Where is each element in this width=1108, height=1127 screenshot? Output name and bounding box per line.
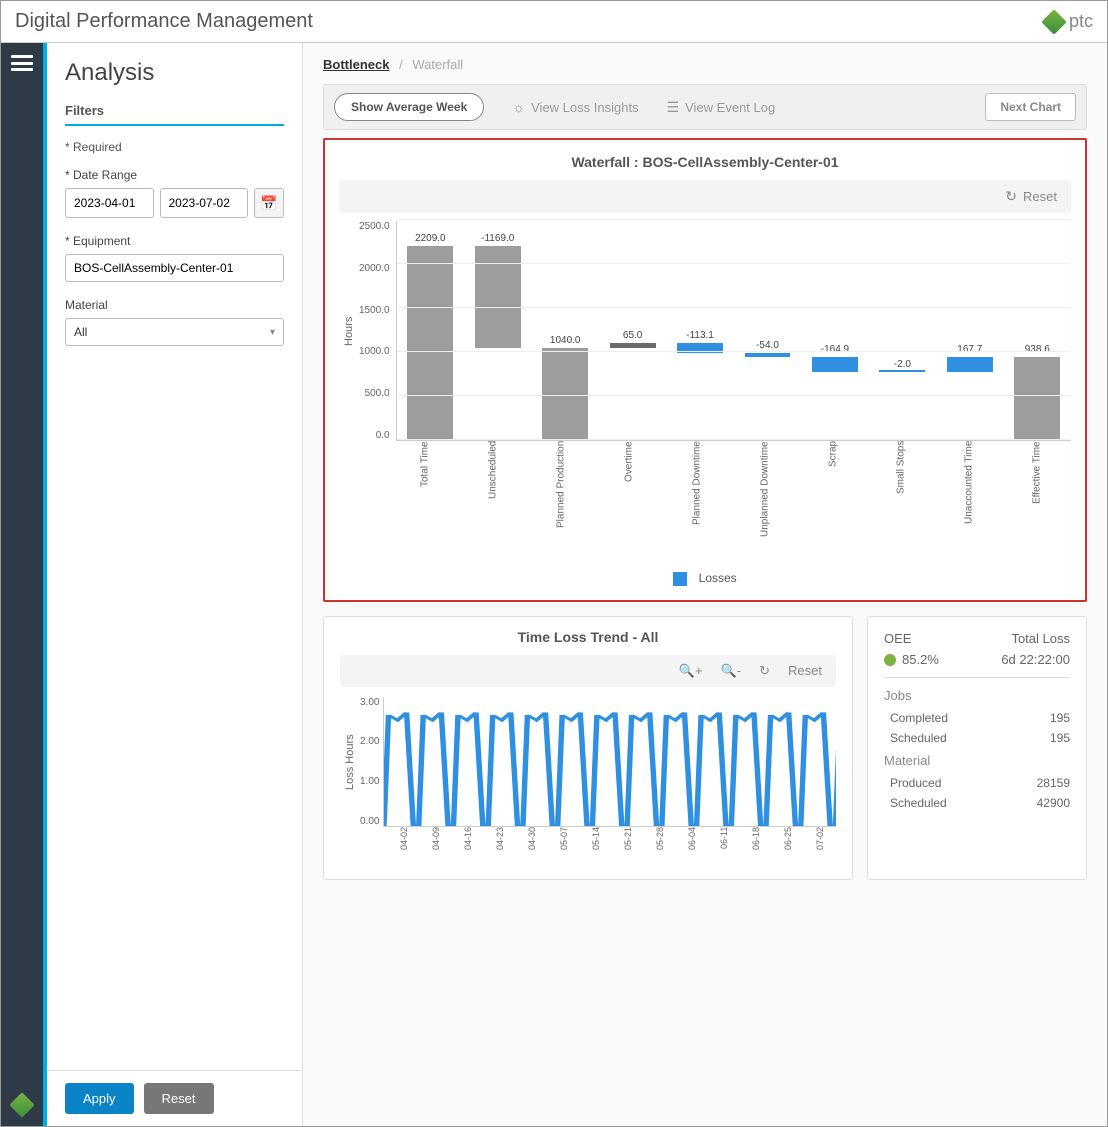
waterfall-y-label: Hours xyxy=(339,221,359,441)
apply-button[interactable]: Apply xyxy=(65,1083,134,1114)
status-dot-icon xyxy=(884,654,896,666)
menu-icon[interactable] xyxy=(11,55,33,71)
jobs-header: Jobs xyxy=(884,688,1070,703)
divider xyxy=(884,677,1070,678)
material-produced-label: Produced xyxy=(890,776,941,790)
loss-insights-label: View Loss Insights xyxy=(531,100,638,115)
material-label: Material xyxy=(65,298,284,312)
chevron-down-icon: ▾ xyxy=(270,327,275,338)
oee-label: OEE xyxy=(884,631,911,646)
legend-label-losses: Losses xyxy=(699,571,737,585)
zoom-out-icon[interactable]: 🔍- xyxy=(721,663,742,679)
lightbulb-icon: ☼ xyxy=(512,99,525,115)
equipment-input[interactable] xyxy=(65,254,284,282)
jobs-completed-label: Completed xyxy=(890,711,948,725)
trend-chart-card: Time Loss Trend - All 🔍+ 🔍- ↻ Reset Loss… xyxy=(323,616,853,880)
next-chart-button[interactable]: Next Chart xyxy=(985,93,1076,121)
jobs-completed-value: 195 xyxy=(1050,711,1070,725)
stats-card: OEE Total Loss 85.2% 6d 22:22:00 Jobs Co… xyxy=(867,616,1087,880)
trend-x-ticks: 04-0204-0904-1604-2304-3005-0705-1405-21… xyxy=(388,827,836,867)
ptc-icon xyxy=(1041,9,1066,34)
jobs-scheduled-label: Scheduled xyxy=(890,731,947,745)
breadcrumb-current: Waterfall xyxy=(412,57,463,72)
trend-plot[interactable] xyxy=(383,697,836,827)
breadcrumb: Bottleneck / Waterfall xyxy=(323,57,1087,72)
view-event-log-link[interactable]: ☰ View Event Log xyxy=(667,99,776,116)
trend-title: Time Loss Trend - All xyxy=(340,629,836,645)
sidebar-title: Analysis xyxy=(47,43,302,91)
waterfall-plot[interactable]: 2209.0-1169.01040.065.0-113.1-54.0-164.9… xyxy=(396,221,1071,441)
trend-reset-button[interactable]: Reset xyxy=(788,663,822,678)
waterfall-y-ticks: 2500.02000.01500.01000.0500.00.0 xyxy=(359,221,396,441)
filters-header: Filters xyxy=(65,103,284,126)
waterfall-x-ticks: Total TimeUnscheduledPlanned ProductionO… xyxy=(391,441,1071,561)
equipment-label: * Equipment xyxy=(65,234,284,248)
material-scheduled-value: 42900 xyxy=(1037,796,1070,810)
event-log-label: View Event Log xyxy=(685,100,775,115)
date-range-label: * Date Range xyxy=(65,168,284,182)
waterfall-chart-card: Waterfall : BOS-CellAssembly-Center-01 ↻… xyxy=(323,138,1087,602)
zoom-in-icon[interactable]: 🔍+ xyxy=(679,663,703,679)
chart-reset-button[interactable]: Reset xyxy=(1023,189,1057,204)
trend-y-label: Loss Hours xyxy=(340,697,360,827)
calendar-icon[interactable]: 📅 xyxy=(254,188,284,218)
breadcrumb-sep: / xyxy=(399,57,403,72)
required-note: * Required xyxy=(65,140,284,154)
trend-y-ticks: 3.002.001.000.00 xyxy=(360,697,383,827)
date-from-input[interactable] xyxy=(65,188,154,218)
legend-swatch-losses xyxy=(673,572,687,586)
date-to-input[interactable] xyxy=(160,188,249,218)
jobs-scheduled-value: 195 xyxy=(1050,731,1070,745)
view-loss-insights-link[interactable]: ☼ View Loss Insights xyxy=(512,99,638,115)
total-loss-value: 6d 22:22:00 xyxy=(1001,652,1070,667)
app-title: Digital Performance Management xyxy=(15,10,313,33)
total-loss-label: Total Loss xyxy=(1011,631,1070,646)
material-select[interactable]: All ▾ xyxy=(65,318,284,346)
material-header: Material xyxy=(884,753,1070,768)
waterfall-legend: Losses xyxy=(339,571,1071,586)
refresh-icon[interactable]: ↻ xyxy=(1005,188,1017,205)
reset-button[interactable]: Reset xyxy=(144,1083,214,1114)
material-scheduled-label: Scheduled xyxy=(890,796,947,810)
material-produced-value: 28159 xyxy=(1037,776,1070,790)
refresh-icon[interactable]: ↻ xyxy=(759,663,770,679)
brand-text: ptc xyxy=(1069,11,1093,32)
oee-value: 85.2% xyxy=(884,652,939,667)
list-icon: ☰ xyxy=(667,99,680,116)
breadcrumb-root[interactable]: Bottleneck xyxy=(323,57,389,72)
rail-logo-icon xyxy=(9,1092,34,1117)
waterfall-title: Waterfall : BOS-CellAssembly-Center-01 xyxy=(339,154,1071,170)
show-average-week-button[interactable]: Show Average Week xyxy=(334,93,484,121)
material-value: All xyxy=(74,325,87,339)
brand-logo: ptc xyxy=(1045,11,1093,32)
